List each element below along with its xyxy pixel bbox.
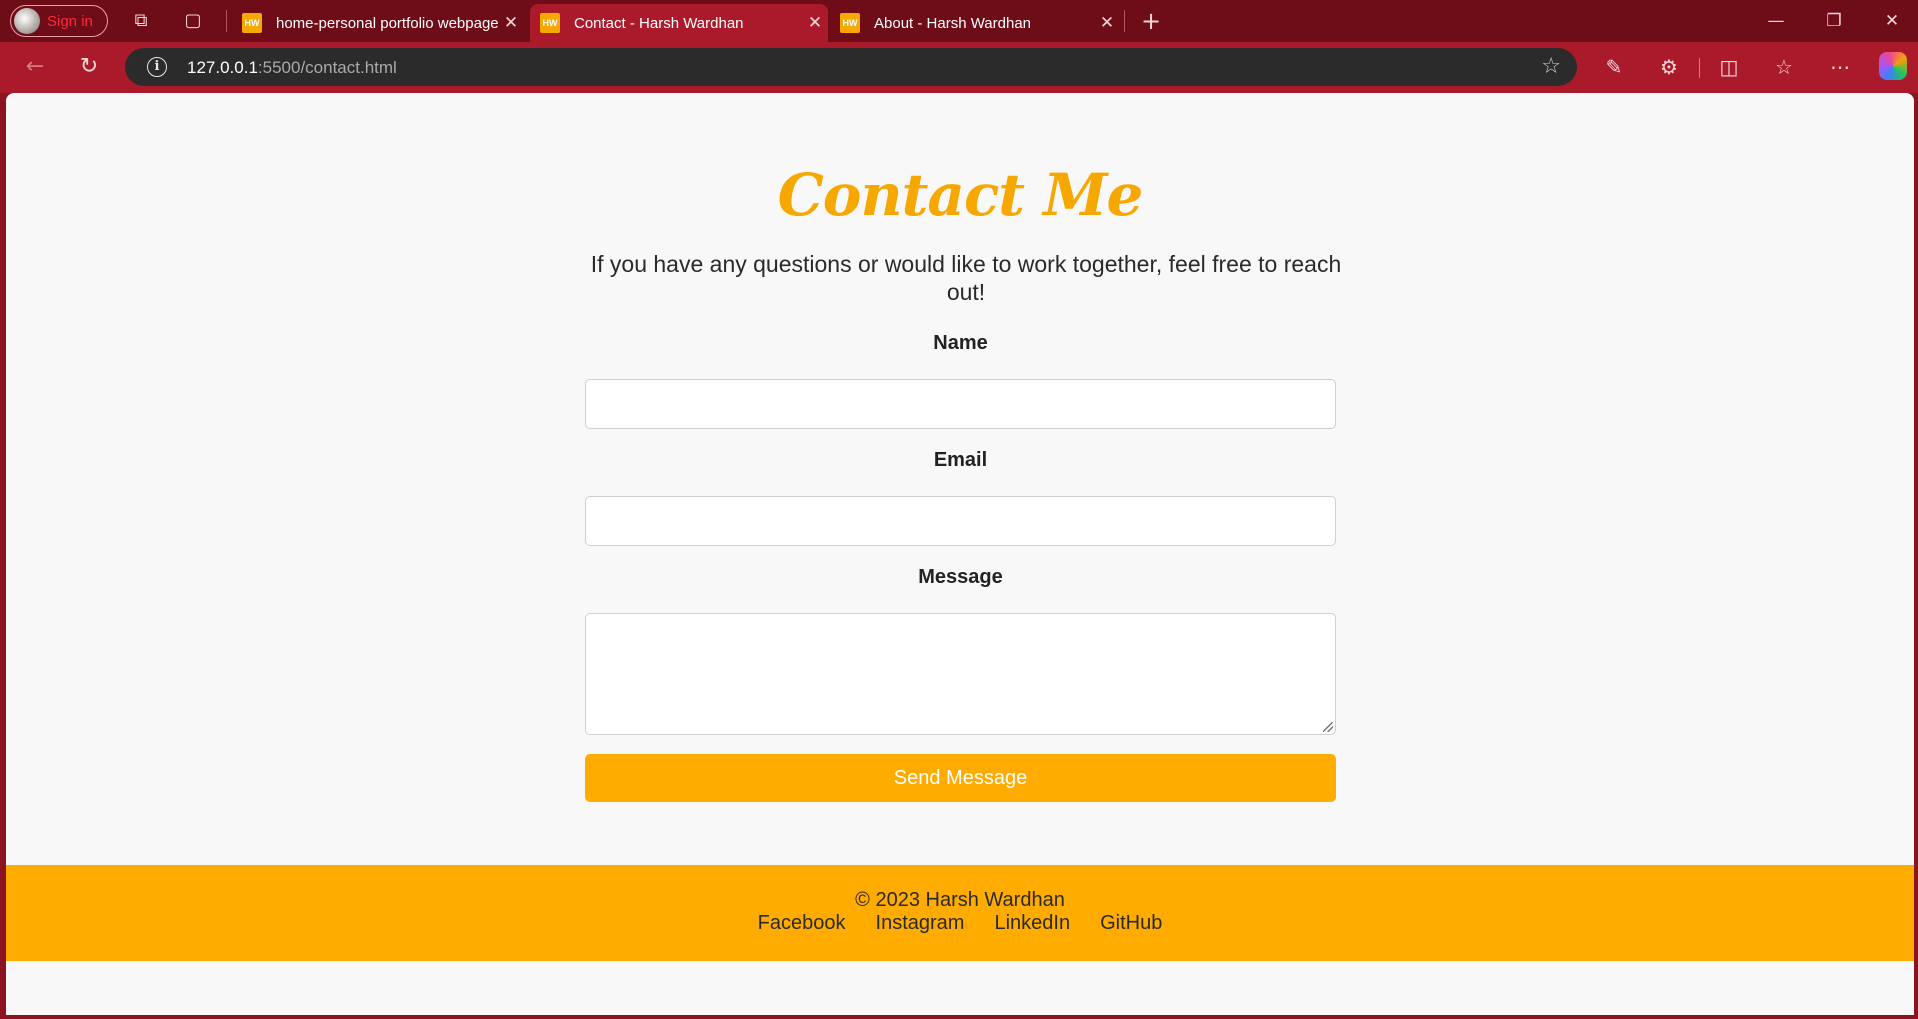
page-viewport: Contact Me If you have any questions or …: [6, 93, 1914, 1015]
more-icon[interactable]: ⋯: [1827, 54, 1853, 80]
tab-home[interactable]: HW home-personal portfolio webpage ✕: [232, 4, 524, 42]
url-host: 127.0.0.1: [187, 58, 258, 77]
tab-contact[interactable]: HW Contact - Harsh Wardhan ✕: [530, 4, 828, 42]
tab-divider: [226, 10, 227, 32]
copilot-icon[interactable]: [1879, 52, 1907, 80]
split-screen-icon[interactable]: ◫: [1716, 54, 1742, 80]
url-text[interactable]: 127.0.0.1:5500/contact.html: [187, 58, 397, 78]
favicon-icon: HW: [540, 13, 560, 33]
refresh-icon[interactable]: ↻: [76, 54, 102, 80]
facebook-link[interactable]: Facebook: [758, 912, 846, 935]
send-message-button[interactable]: Send Message: [585, 754, 1336, 802]
resize-handle-icon[interactable]: [1323, 722, 1333, 732]
social-links: Facebook Instagram LinkedIn GitHub: [6, 912, 1914, 935]
eyedropper-icon[interactable]: ✎: [1601, 54, 1627, 80]
favorite-star-icon[interactable]: ☆: [1541, 54, 1561, 79]
intro-text: If you have any questions or would like …: [590, 251, 1342, 305]
close-window-icon[interactable]: ✕: [1870, 6, 1914, 36]
profile-button[interactable]: Sign in: [10, 5, 108, 37]
name-label: Name: [933, 332, 988, 354]
message-label: Message: [918, 566, 1003, 588]
toolbar-divider: [1699, 58, 1700, 78]
url-path: :5500/contact.html: [257, 58, 397, 77]
favicon-icon: HW: [840, 13, 860, 33]
footer: © 2023 Harsh Wardhan Facebook Instagram …: [6, 865, 1914, 961]
tab-strip: Sign in ⧉ ▢ HW home-personal portfolio w…: [0, 0, 1918, 42]
site-info-icon[interactable]: i: [147, 57, 167, 77]
back-icon[interactable]: ←: [22, 54, 48, 80]
extensions-icon[interactable]: ⚙: [1656, 54, 1682, 80]
close-tab-icon[interactable]: ✕: [1094, 13, 1120, 33]
close-tab-icon[interactable]: ✕: [802, 13, 828, 33]
instagram-link[interactable]: Instagram: [876, 912, 965, 935]
address-bar[interactable]: i 127.0.0.1:5500/contact.html ☆: [125, 48, 1577, 86]
tab-title: About - Harsh Wardhan: [874, 14, 1032, 32]
name-field[interactable]: [585, 379, 1336, 429]
github-link[interactable]: GitHub: [1100, 912, 1162, 935]
avatar: [14, 8, 40, 34]
minimize-icon[interactable]: —: [1754, 6, 1798, 36]
tab-title: home-personal portfolio webpage: [276, 14, 498, 32]
copyright-text: © 2023 Harsh Wardhan: [855, 889, 1065, 911]
tab-about[interactable]: HW About - Harsh Wardhan ✕: [830, 4, 1120, 42]
favorites-icon[interactable]: ☆: [1771, 54, 1797, 80]
linkedin-link[interactable]: LinkedIn: [994, 912, 1070, 935]
email-label: Email: [933, 449, 988, 471]
page-title: Contact Me: [777, 161, 1144, 229]
favicon-icon: HW: [242, 13, 262, 33]
close-tab-icon[interactable]: ✕: [498, 13, 524, 33]
email-field[interactable]: [585, 496, 1336, 546]
new-tab-icon[interactable]: +: [1140, 9, 1162, 33]
message-field[interactable]: [585, 613, 1336, 735]
workspaces-icon[interactable]: ⧉: [130, 10, 152, 32]
restore-icon[interactable]: ❐: [1812, 6, 1856, 36]
browser-toolbar: ← ↻ i 127.0.0.1:5500/contact.html ☆ ✎ ⚙ …: [0, 42, 1918, 93]
tab-actions-icon[interactable]: ▢: [182, 10, 204, 32]
sign-in-label: Sign in: [47, 12, 93, 30]
tab-title: Contact - Harsh Wardhan: [574, 14, 744, 32]
tab-divider: [1124, 10, 1125, 32]
